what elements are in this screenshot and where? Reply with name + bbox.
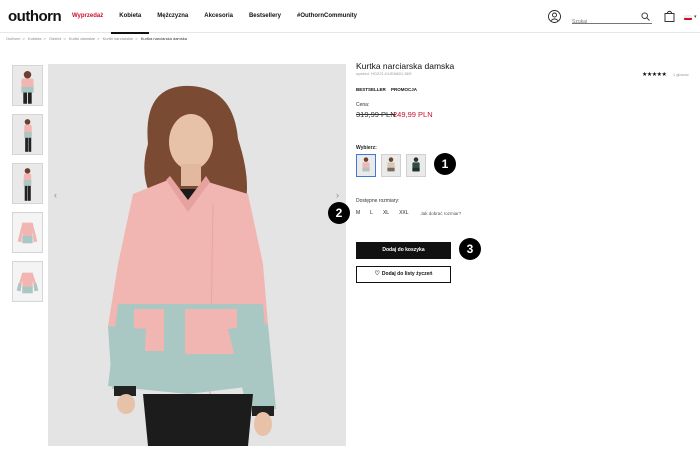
swatch-beige[interactable] <box>381 154 401 177</box>
size-option-l[interactable]: L <box>370 210 373 216</box>
nav-item-community[interactable]: #OuthornCommunity <box>289 0 365 33</box>
size-selector: M L XL XXL Jak dobrać rozmiar? <box>356 210 461 216</box>
product-rating[interactable]: ★★★★★ 1 głosów <box>642 63 689 81</box>
cart-icon[interactable] <box>664 10 675 22</box>
size-option-m[interactable]: M <box>356 210 360 216</box>
add-to-cart-button[interactable]: Dodaj do koszyka <box>356 242 451 259</box>
nav-item-sale[interactable]: Wyprzedaż <box>64 0 111 33</box>
heart-icon: ♡ <box>374 271 380 277</box>
search-input[interactable] <box>572 16 638 28</box>
color-swatches <box>356 154 431 177</box>
annotation-marker-3: 3 <box>459 238 481 260</box>
size-guide-link[interactable]: Jak dobrać rozmiar? <box>421 211 462 216</box>
chevron-left-icon[interactable]: ‹ <box>54 190 57 200</box>
thumbnail-back[interactable] <box>12 163 43 204</box>
nav-item-bestsellers[interactable]: Bestsellery <box>241 0 289 33</box>
search-icon[interactable] <box>641 12 650 21</box>
chevron-right-icon[interactable]: › <box>336 190 339 200</box>
product-sku: symbol: HOZ21-KUDN601-56S <box>356 71 412 76</box>
annotation-marker-2: 2 <box>328 202 350 224</box>
thumbnail-flat-back[interactable] <box>12 261 43 302</box>
swatch-dark-green[interactable] <box>406 154 426 177</box>
breadcrumb-item[interactable]: Kurtki narciarskie <box>103 36 134 41</box>
rating-count: 1 głosów <box>672 72 689 77</box>
thumbnail-gallery <box>12 65 44 310</box>
size-option-xxl[interactable]: XXL <box>399 210 408 216</box>
add-to-wishlist-label: Dodaj do listy życzeń <box>381 271 433 277</box>
breadcrumb-item[interactable]: Odzież <box>49 36 61 41</box>
old-price: 319,99 PLN <box>356 110 396 119</box>
product-main-image[interactable] <box>48 64 346 446</box>
sizes-label: Dostępne rozmiary: <box>356 198 400 204</box>
breadcrumb-item[interactable]: Kurtki damskie <box>69 36 95 41</box>
product-photo <box>48 64 346 446</box>
swatch-pink[interactable] <box>356 154 376 177</box>
search-bar <box>572 10 652 28</box>
thumbnail-flat-front[interactable] <box>12 212 43 253</box>
product-title: Kurtka narciarska damska <box>356 61 455 71</box>
color-label: Wybierz: <box>356 145 377 151</box>
size-option-xl[interactable]: XL <box>383 210 389 216</box>
add-to-wishlist-button[interactable]: ♡ Dodaj do listy życzeń <box>356 266 451 283</box>
user-icon[interactable] <box>548 10 561 23</box>
promo-badge: PROMOCJA <box>391 87 418 92</box>
annotation-marker-1: 1 <box>434 153 456 175</box>
thumbnail-front[interactable] <box>12 65 43 106</box>
chevron-down-icon[interactable]: ▾ <box>694 14 697 20</box>
flag-icon[interactable] <box>684 15 692 20</box>
nav-item-men[interactable]: Mężczyzna <box>149 0 196 33</box>
breadcrumb: Outhorn > Kobieta > Odzież > Kurtki damskie… <box>6 36 187 41</box>
site-header: outhorn Wyprzedaż Kobieta Mężczyzna Akce… <box>0 0 700 34</box>
main-nav: Wyprzedaż Kobieta Mężczyzna Akcesoria Be… <box>64 0 365 34</box>
breadcrumb-item[interactable]: Kobieta <box>28 36 42 41</box>
breadcrumb-item[interactable]: Outhorn <box>6 36 20 41</box>
nav-item-accessories[interactable]: Akcesoria <box>196 0 241 33</box>
product-badges: BESTSELLER PROMOCJA <box>356 87 421 92</box>
star-rating-icon: ★★★★★ <box>642 72 667 78</box>
price-label: Cena: <box>356 102 370 108</box>
breadcrumb-current: Kurtka narciarska damska <box>140 36 187 41</box>
outhorn-logo[interactable]: outhorn <box>8 8 62 25</box>
thumbnail-side[interactable] <box>12 114 43 155</box>
sale-price: 249,99 PLN <box>393 110 433 119</box>
nav-item-women[interactable]: Kobieta <box>111 0 150 34</box>
bestseller-badge: BESTSELLER <box>356 87 386 92</box>
